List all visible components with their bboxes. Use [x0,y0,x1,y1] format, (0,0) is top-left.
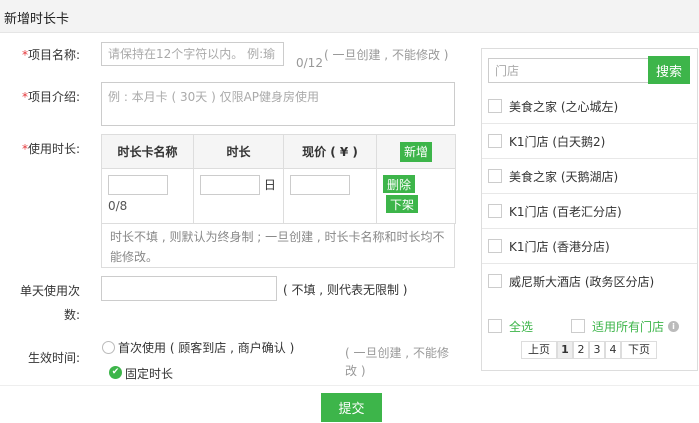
store-checkbox[interactable] [488,204,502,218]
effect-option-first-use[interactable]: 首次使用 ( 顾客到店 , 商户确认 ) [118,339,294,356]
pager-prev[interactable]: 上页 [521,341,557,359]
duration-input[interactable] [200,175,260,195]
store-search-button[interactable]: 搜索 [648,56,690,84]
dialog-header: 新增时长卡 [0,0,699,33]
list-item[interactable]: 威尼斯大酒店 (政务区分店) [482,264,697,299]
store-name: K1门店 (白天鹅2) [509,135,606,149]
select-all-checkbox[interactable] [488,319,502,333]
store-search-input[interactable] [488,58,650,83]
col-header-actions: 新增 [376,134,456,169]
effect-radio-first-use[interactable] [102,341,115,354]
store-name: 美食之家 (天鹅湖店) [509,170,619,184]
select-all-label[interactable]: 全选 [509,318,533,335]
card-name-input[interactable] [108,175,168,195]
table-row: 0/8 日 删除 下架 [101,168,456,224]
pager-page-4[interactable]: 4 [605,341,621,359]
effect-label: 生效时间: [27,351,80,365]
col-header-price: 现价 ( ¥ ) [283,134,377,169]
daily-count-input[interactable] [101,276,277,301]
duration-table-header: 时长卡名称 时长 现价 ( ¥ ) 新增 [101,134,456,169]
dialog-footer: 提交 [0,385,699,423]
check-icon[interactable]: ✔ [109,366,122,379]
dialog-title: 新增时长卡 [4,12,70,27]
offline-row-button[interactable]: 下架 [386,195,418,213]
submit-button[interactable]: 提交 [321,393,382,422]
pager-page-2[interactable]: 2 [573,341,589,359]
store-name: 威尼斯大酒店 (政务区分店) [509,275,655,289]
apply-all-checkbox[interactable] [571,319,585,333]
price-input[interactable] [290,175,350,195]
store-checkbox[interactable] [488,99,502,113]
store-name: K1门店 (百老汇分店) [509,205,622,219]
list-item[interactable]: K1门店 (香港分店) [482,229,697,264]
apply-all-label[interactable]: 适用所有门店 [592,318,664,335]
price-cell [283,168,377,224]
list-item[interactable]: 美食之家 (天鹅湖店) [482,159,697,194]
pager-next[interactable]: 下页 [621,341,657,359]
duration-table: 时长卡名称 时长 现价 ( ¥ ) 新增 0/8 日 删除 下架 [101,134,456,224]
delete-row-button[interactable]: 删除 [383,175,415,193]
name-hint: ( 一旦创建 , 不能修改 ) [324,48,449,62]
actions-cell: 删除 下架 [376,168,456,224]
pager-page-1[interactable]: 1 [557,341,573,359]
store-panel: 搜索 美食之家 (之心城左) K1门店 (白天鹅2) 美食之家 (天鹅湖店) K… [481,48,698,371]
store-checkbox[interactable] [488,274,502,288]
effect-option-fixed[interactable]: 固定时长 [125,365,173,382]
card-name-cell: 0/8 [101,168,194,224]
store-name: 美食之家 (之心城左) [509,100,619,114]
daily-hint: ( 不填 , 则代表无限制 ) [283,283,408,297]
list-item[interactable]: 美食之家 (之心城左) [482,89,697,124]
info-icon[interactable]: i [668,321,679,332]
pager-page-3[interactable]: 3 [589,341,605,359]
effect-hint: ( 一旦创建 , 不能修改 ) [345,346,449,378]
name-counter: 0/12 [296,56,323,70]
col-header-card-name: 时长卡名称 [101,134,194,169]
store-name: K1门店 (香港分店) [509,240,610,254]
store-checkbox[interactable] [488,134,502,148]
store-checkbox[interactable] [488,169,502,183]
list-item[interactable]: K1门店 (百老汇分店) [482,194,697,229]
list-item[interactable]: K1门店 (白天鹅2) [482,124,697,159]
store-checkbox[interactable] [488,239,502,253]
duration-note: 时长不填 , 则默认为终身制 ; 一旦创建 , 时长卡名称和时长均不能修改。 [101,223,455,268]
daily-label-cont: 数: [63,308,80,322]
add-row-button[interactable]: 新增 [400,141,432,162]
name-label: *项目名称: [21,48,80,62]
intro-label: *项目介绍: [21,90,80,104]
day-unit: 日 [263,178,276,192]
card-name-counter: 0/8 [108,199,128,213]
name-input[interactable] [101,42,284,66]
intro-textarea[interactable] [101,82,455,126]
col-header-duration: 时长 [193,134,284,169]
duration-cell: 日 [193,168,284,224]
daily-label: 单天使用次 [19,284,80,298]
duration-label: *使用时长: [21,142,80,156]
